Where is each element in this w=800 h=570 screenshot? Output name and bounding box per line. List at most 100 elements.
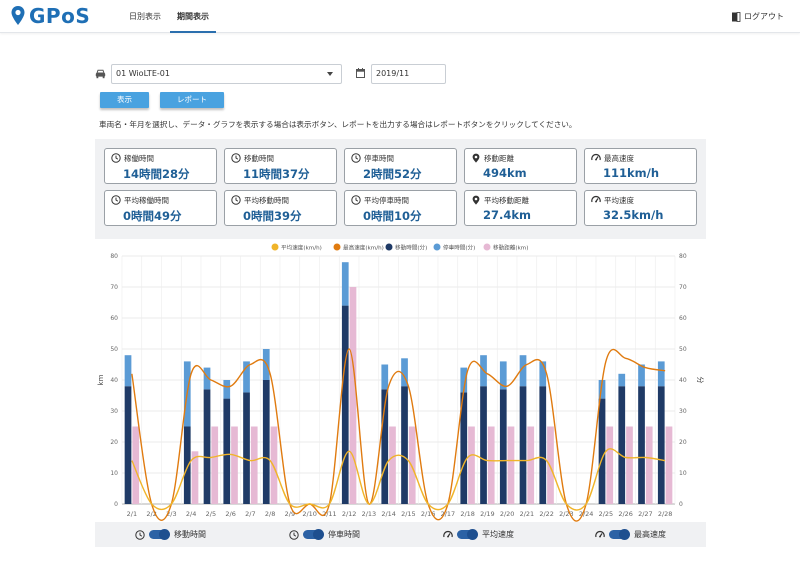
report-button[interactable]: レポート — [160, 92, 224, 108]
show-button[interactable]: 表示 — [100, 92, 149, 108]
bar-stop-time — [381, 364, 389, 390]
speedometer-icon — [591, 153, 601, 166]
stat-value: 0時間49分 — [123, 209, 182, 223]
month-input[interactable]: 2019/11 — [371, 64, 446, 84]
clock-icon — [135, 529, 145, 540]
clock-icon — [351, 153, 361, 163]
map-pin-icon — [471, 153, 481, 166]
stats-panel: 稼働時間 14時間28分 移動時間 11時間37分 停車時間 2時間52分 移動距離 494k… — [95, 139, 706, 239]
bar-move-time — [598, 398, 606, 504]
bar-distance — [270, 426, 278, 504]
toggle-switch[interactable] — [303, 529, 324, 540]
clock-icon — [111, 153, 121, 163]
toggle-switch[interactable] — [457, 529, 478, 540]
series-toggle[interactable]: 移動時間 — [135, 529, 206, 540]
stat-card: 最高速度 111km/h — [584, 148, 697, 184]
x-tick-label: 2/1 — [127, 510, 137, 518]
x-tick-label: 2/20 — [500, 510, 515, 518]
tab-period[interactable]: 期間表示 — [170, 0, 216, 33]
toggle-switch[interactable] — [149, 529, 170, 540]
bar-stop-time — [223, 380, 231, 399]
x-tick-label: 2/14 — [381, 510, 396, 518]
x-tick-label: 2/13 — [362, 510, 377, 518]
x-tick-label: 2/22 — [539, 510, 554, 518]
stat-card: 平均稼働時間 0時間49分 — [104, 190, 217, 226]
clock-icon — [351, 153, 361, 166]
clock-icon — [111, 195, 121, 205]
y-tick-label-left: 10 — [110, 470, 118, 477]
stat-value: 494km — [483, 166, 527, 180]
speedometer-icon — [591, 195, 601, 203]
stat-value: 2時間52分 — [363, 167, 422, 181]
legend-label: 移動時間(分) — [395, 244, 427, 252]
bar-distance — [211, 426, 219, 504]
legend-swatch — [433, 243, 441, 251]
vehicle-select[interactable]: 01 WioLTE-01 — [111, 64, 342, 84]
x-tick-label: 2/19 — [480, 510, 495, 518]
bar-move-time — [124, 386, 132, 504]
period-chart: 0 0 10 10 20 20 30 30 40 40 50 50 60 60 70 70 80 80 2/1 2/2… — [97, 243, 705, 522]
bar-move-time — [618, 386, 626, 504]
bar-move-time — [341, 305, 349, 504]
clock-icon — [351, 195, 361, 208]
bar-move-time — [223, 398, 231, 504]
clock-icon — [289, 529, 299, 540]
map-pin-icon — [11, 6, 25, 25]
stat-label: 移動時間 — [244, 154, 274, 163]
legend-label: 停車時間(分) — [443, 244, 475, 252]
map-pin-icon — [472, 153, 480, 163]
bar-move-time — [539, 386, 547, 504]
bar-move-time — [499, 389, 507, 504]
logo-text: GPoS — [29, 4, 91, 28]
stat-label: 平均速度 — [604, 196, 634, 205]
y-tick-label-right: 50 — [679, 346, 687, 353]
series-toggle[interactable]: 平均速度 — [443, 529, 514, 540]
toggle-switch[interactable] — [609, 529, 630, 540]
stat-value: 32.5km/h — [603, 208, 664, 222]
speedometer-icon — [443, 530, 453, 537]
door-icon — [732, 11, 741, 22]
bar-stop-time — [618, 373, 626, 387]
y-tick-label-left: 30 — [110, 408, 118, 415]
x-tick-label: 2/21 — [520, 510, 535, 518]
x-tick-label: 2/12 — [342, 510, 357, 518]
y-tick-label-right: 30 — [679, 408, 687, 415]
stat-label: 平均移動時間 — [244, 196, 289, 205]
tab-daily[interactable]: 日別表示 — [122, 0, 168, 33]
y-tick-label-left: 50 — [110, 346, 118, 353]
stat-card: 平均速度 32.5km/h — [584, 190, 697, 226]
speedometer-icon — [591, 153, 601, 161]
toggle-label: 停車時間 — [328, 530, 360, 539]
y-tick-label-right: 10 — [679, 470, 687, 477]
legend-swatch — [483, 243, 491, 251]
y-tick-label-left: 80 — [110, 253, 118, 260]
speedometer-icon — [591, 195, 601, 208]
y-tick-label-right: 80 — [679, 253, 687, 260]
x-tick-label: 2/26 — [618, 510, 633, 518]
series-toggle[interactable]: 最高速度 — [595, 529, 666, 540]
y-axis-label-right: 分 — [696, 377, 705, 384]
legend-swatch — [333, 243, 341, 251]
logo[interactable]: GPoS — [10, 4, 90, 28]
y-tick-label-left: 40 — [110, 377, 118, 384]
bar-stop-time — [124, 355, 132, 387]
stat-value: 14時間28分 — [123, 167, 190, 181]
bar-distance — [349, 287, 357, 504]
x-tick-label: 2/28 — [658, 510, 673, 518]
x-tick-label: 2/18 — [460, 510, 475, 518]
legend-swatch — [271, 243, 279, 251]
y-axis-label-left: km — [97, 374, 105, 385]
legend-label: 最高速度(km/h) — [343, 244, 384, 252]
chevron-down-icon — [327, 72, 333, 76]
stat-label: 平均稼働時間 — [124, 196, 169, 205]
bar-move-time — [480, 386, 487, 504]
bar-distance — [231, 426, 238, 504]
bar-move-time — [183, 426, 191, 504]
series-toggle[interactable]: 停車時間 — [289, 529, 360, 540]
calendar-icon — [356, 68, 365, 78]
bar-move-time — [243, 392, 250, 504]
legend-swatch — [385, 243, 393, 251]
car-icon — [95, 69, 106, 79]
clock-icon — [231, 195, 241, 205]
logout-button[interactable]: ログアウト — [731, 11, 784, 22]
